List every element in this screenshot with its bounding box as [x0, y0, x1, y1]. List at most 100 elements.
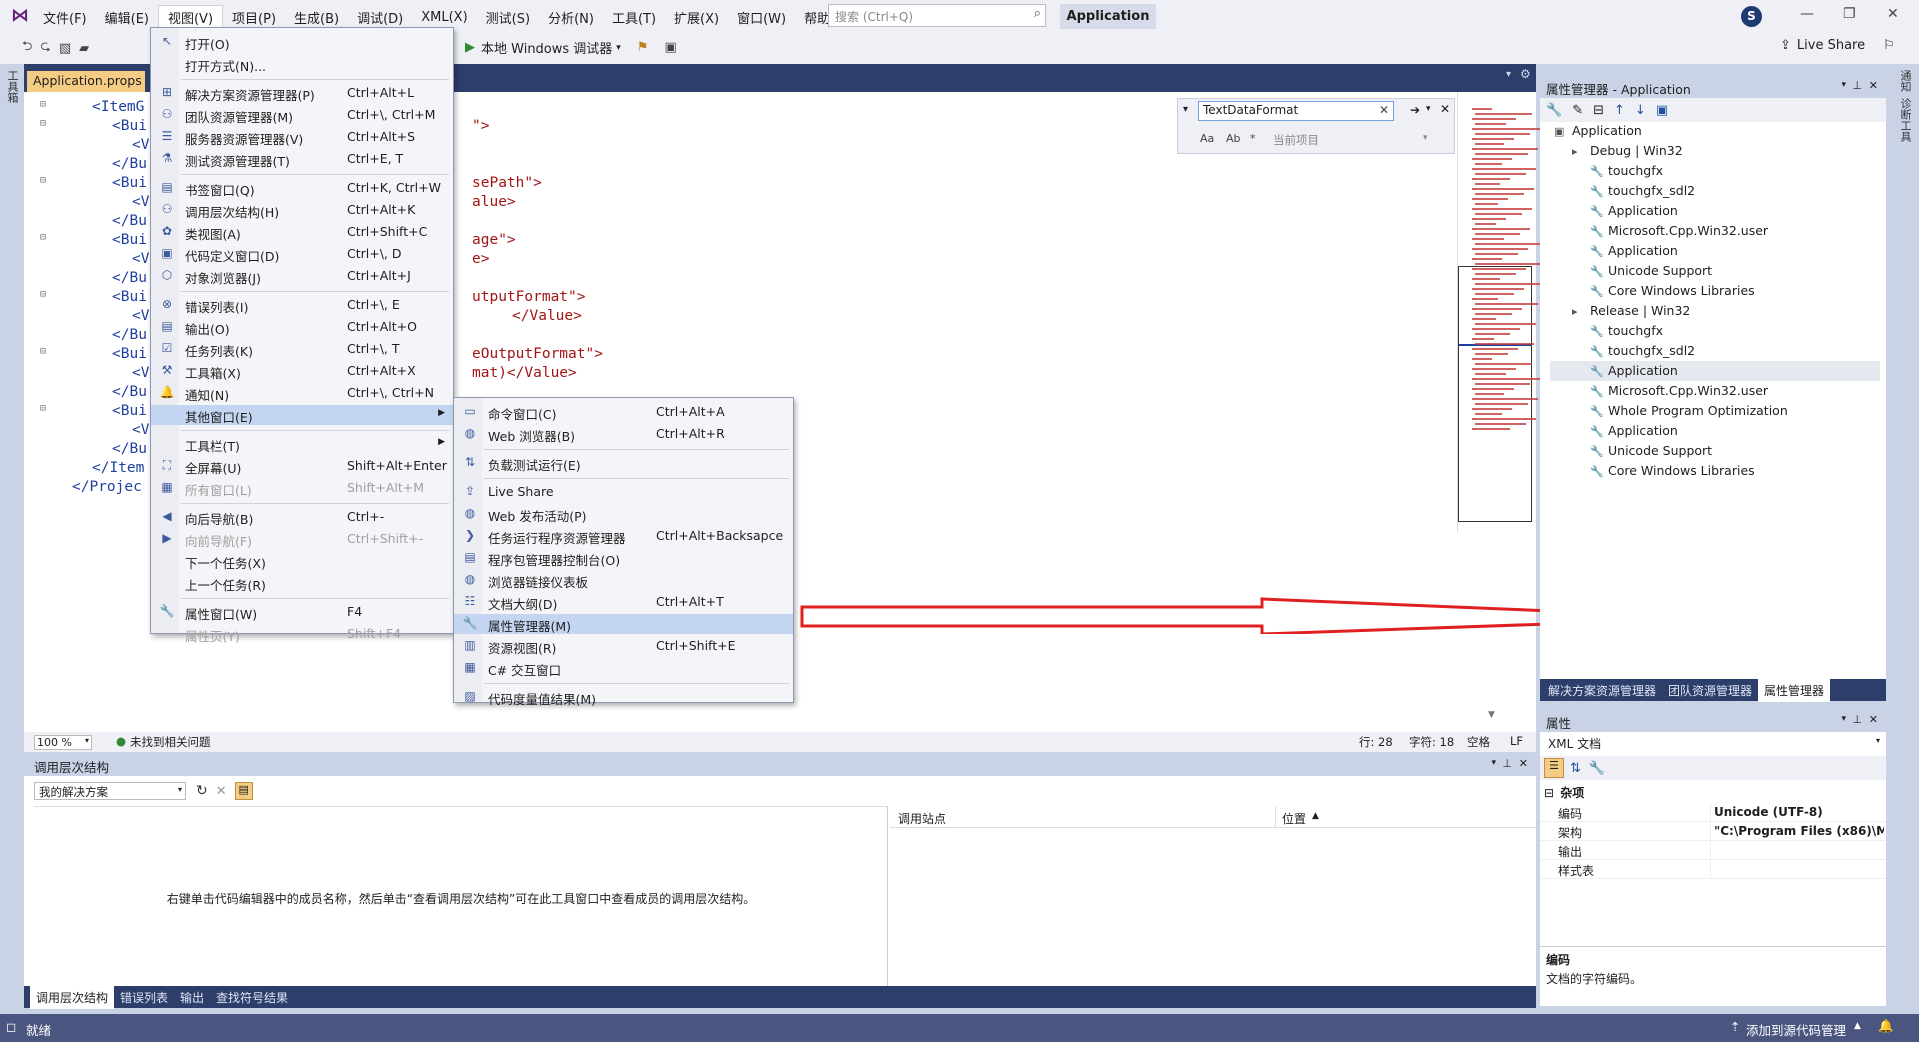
- tab-list-icon[interactable]: ▾: [1506, 69, 1511, 80]
- panel-menu-icon[interactable]: ▾: [1841, 80, 1846, 90]
- tab-property-manager[interactable]: 属性管理器: [1758, 678, 1831, 702]
- scrollbar-map[interactable]: [1457, 92, 1544, 532]
- tree-property-sheet[interactable]: 🔧 Unicode Support: [1550, 261, 1880, 281]
- move-down-icon[interactable]: ↓: [1635, 103, 1646, 118]
- menu-item[interactable]: ◍ Web 发布活动(P): [454, 504, 793, 524]
- menu-item[interactable]: ▤ 书签窗口(Q) Ctrl+K, Ctrl+W: [151, 178, 453, 198]
- category-header[interactable]: ⊟ 杂项: [1544, 784, 1584, 801]
- menu-item[interactable]: 工具(T): [603, 6, 665, 29]
- tab-find-symbol-results[interactable]: 查找符号结果: [210, 986, 294, 1009]
- line-ending[interactable]: LF: [1510, 734, 1523, 748]
- tree-config-node[interactable]: ▸ Release | Win32: [1550, 301, 1880, 321]
- fold-icon[interactable]: ⊟: [40, 346, 46, 357]
- find-next-icon[interactable]: ➔: [1410, 103, 1420, 117]
- hierarchy-tree-area[interactable]: 右键单击代码编辑器中的成员名称，然后单击“查看调用层次结构”可在此工具窗口中查看…: [34, 806, 888, 988]
- notifications-tab[interactable]: 通知: [1897, 70, 1913, 92]
- menu-item[interactable]: ▥ 资源视图(R) Ctrl+Shift+E: [454, 636, 793, 656]
- diagnostic-tools-tab[interactable]: 诊断工具: [1897, 98, 1913, 142]
- menu-item[interactable]: ⛶ 全屏幕(U) Shift+Alt+Enter: [151, 456, 453, 476]
- menu-item[interactable]: 🔧 属性窗口(W) F4: [151, 602, 453, 622]
- restore-icon[interactable]: ❐: [1843, 6, 1856, 22]
- tree-property-sheet[interactable]: 🔧 Core Windows Libraries: [1550, 281, 1880, 301]
- source-control-chevron-icon[interactable]: ▲: [1854, 1021, 1861, 1031]
- find-input[interactable]: TextDataFormat ✕: [1198, 101, 1394, 121]
- tab-solution-explorer[interactable]: 解决方案资源管理器: [1542, 679, 1662, 702]
- menu-item[interactable]: ⚇ 调用层次结构(H) Ctrl+Alt+K: [151, 200, 453, 220]
- panel-menu-icon[interactable]: ▾: [1491, 758, 1496, 768]
- move-up-icon[interactable]: ↑: [1614, 103, 1625, 118]
- menu-item[interactable]: 生成(B): [285, 6, 348, 29]
- tab-error-list[interactable]: 错误列表: [114, 986, 174, 1009]
- menu-item[interactable]: 文件(F): [34, 6, 96, 29]
- menu-item[interactable]: ⚒ 工具箱(X) Ctrl+Alt+X: [151, 361, 453, 381]
- new-project-icon[interactable]: ▧: [59, 41, 71, 56]
- menu-item[interactable]: 项目(P): [223, 6, 285, 29]
- add-new-sheet-icon[interactable]: ✎: [1572, 103, 1583, 118]
- property-row[interactable]: 样式表: [1540, 860, 1886, 879]
- close-find-icon[interactable]: ✕: [1440, 102, 1450, 116]
- tree-property-sheet[interactable]: 🔧 Application: [1550, 421, 1880, 441]
- property-row[interactable]: 架构 "C:\Program Files (x86)\Mic: [1540, 822, 1886, 841]
- scope-chevron-icon[interactable]: ▾: [1423, 133, 1428, 143]
- menu-item[interactable]: ▤ 输出(O) Ctrl+Alt+O: [151, 317, 453, 337]
- menu-item[interactable]: 其他窗口(E) ▶: [151, 405, 453, 425]
- menu-item[interactable]: ⊗ 错误列表(I) Ctrl+\, E: [151, 295, 453, 315]
- categorized-icon[interactable]: ☰: [1544, 758, 1564, 778]
- menu-item[interactable]: ⚗ 测试资源管理器(T) Ctrl+E, T: [151, 149, 453, 169]
- menu-item[interactable]: ⇪ Live Share: [454, 482, 793, 502]
- menu-item[interactable]: ⬡ 对象浏览器(J) Ctrl+Alt+J: [151, 266, 453, 286]
- tree-config-node[interactable]: ▸ Debug | Win32: [1550, 141, 1880, 161]
- menu-item[interactable]: ❯ 任务运行程序资源管理器 Ctrl+Alt+Backsapce: [454, 526, 793, 546]
- fold-icon[interactable]: ⊟: [40, 175, 46, 186]
- scope-dropdown[interactable]: 我的解决方案 ▾: [34, 782, 186, 800]
- add-existing-sheet-icon[interactable]: ⊟: [1593, 103, 1604, 118]
- expand-replace-icon[interactable]: ▾: [1183, 104, 1188, 115]
- find-scope[interactable]: 当前项目: [1273, 132, 1319, 148]
- menu-item[interactable]: ✿ 类视图(A) Ctrl+Shift+C: [151, 222, 453, 242]
- tree-property-sheet[interactable]: 🔧 Application: [1550, 241, 1880, 261]
- menu-item[interactable]: ▨ 代码度量值结果(M): [454, 687, 793, 707]
- bookmark-icon[interactable]: ⚑: [637, 40, 649, 55]
- tree-property-sheet[interactable]: 🔧 Whole Program Optimization: [1550, 401, 1880, 421]
- menu-item[interactable]: ☑ 任务列表(K) Ctrl+\, T: [151, 339, 453, 359]
- menu-item[interactable]: ◍ 浏览器链接仪表板: [454, 570, 793, 590]
- object-selector[interactable]: XML 文档 ▾: [1544, 733, 1882, 753]
- menu-item[interactable]: 视图(V): [157, 5, 224, 29]
- location-column[interactable]: 位置: [1282, 810, 1306, 827]
- forward-icon[interactable]: ⮎: [40, 37, 50, 59]
- close-panel-icon[interactable]: ✕: [1869, 713, 1878, 726]
- tab-output[interactable]: 输出: [174, 986, 210, 1009]
- close-icon[interactable]: ✕: [1887, 6, 1899, 22]
- menu-item[interactable]: ▣ 代码定义窗口(D) Ctrl+\, D: [151, 244, 453, 264]
- whitespace-mode[interactable]: 空格: [1467, 734, 1490, 750]
- clipboard-icon[interactable]: ▤: [234, 782, 253, 800]
- tree-property-sheet[interactable]: 🔧 touchgfx_sdl2: [1550, 181, 1880, 201]
- menu-item[interactable]: 属性页(Y) Shift+F4: [151, 624, 453, 644]
- fold-icon[interactable]: ⊟: [40, 232, 46, 243]
- notification-bell-icon[interactable]: 🔔: [1878, 1018, 1894, 1034]
- menu-item[interactable]: ☰ 服务器资源管理器(V) Ctrl+Alt+S: [151, 127, 453, 147]
- menu-item[interactable]: 🔔 通知(N) Ctrl+\, Ctrl+N: [151, 383, 453, 403]
- find-options-icon[interactable]: ▾: [1426, 104, 1431, 114]
- fold-icon[interactable]: ⊟: [40, 99, 46, 110]
- alphabetical-icon[interactable]: ⇅: [1570, 761, 1581, 776]
- back-icon[interactable]: ⮌: [22, 37, 32, 59]
- menu-item[interactable]: ▶ 向前导航(F) Ctrl+Shift+-: [151, 529, 453, 549]
- tree-project-node[interactable]: ▣ Application: [1550, 121, 1880, 141]
- menu-item[interactable]: ⇅ 负载测试运行(E): [454, 453, 793, 473]
- regex-icon[interactable]: *: [1250, 132, 1256, 145]
- issues-status[interactable]: 未找到相关问题: [130, 734, 211, 750]
- fold-icon[interactable]: ⊟: [40, 403, 46, 414]
- tab-team-explorer[interactable]: 团队资源管理器: [1662, 679, 1758, 702]
- menu-item[interactable]: 🔧 属性管理器(M): [454, 614, 793, 634]
- menu-item[interactable]: 扩展(X): [665, 6, 728, 29]
- search-input[interactable]: 搜索 (Ctrl+Q) ⌕: [828, 4, 1046, 27]
- tree-property-sheet[interactable]: 🔧 touchgfx: [1550, 161, 1880, 181]
- call-site-column[interactable]: 调用站点: [898, 810, 946, 827]
- tree-property-sheet[interactable]: 🔧 Microsoft.Cpp.Win32.user: [1550, 221, 1880, 241]
- settings-gear-icon[interactable]: ⚙: [1520, 67, 1531, 81]
- whole-word-icon[interactable]: Ab: [1226, 132, 1241, 145]
- tab-application-props[interactable]: Application.props: [27, 71, 145, 92]
- tree-property-sheet[interactable]: 🔧 touchgfx_sdl2: [1550, 341, 1880, 361]
- menu-item[interactable]: 工具栏(T) ▶: [151, 434, 453, 454]
